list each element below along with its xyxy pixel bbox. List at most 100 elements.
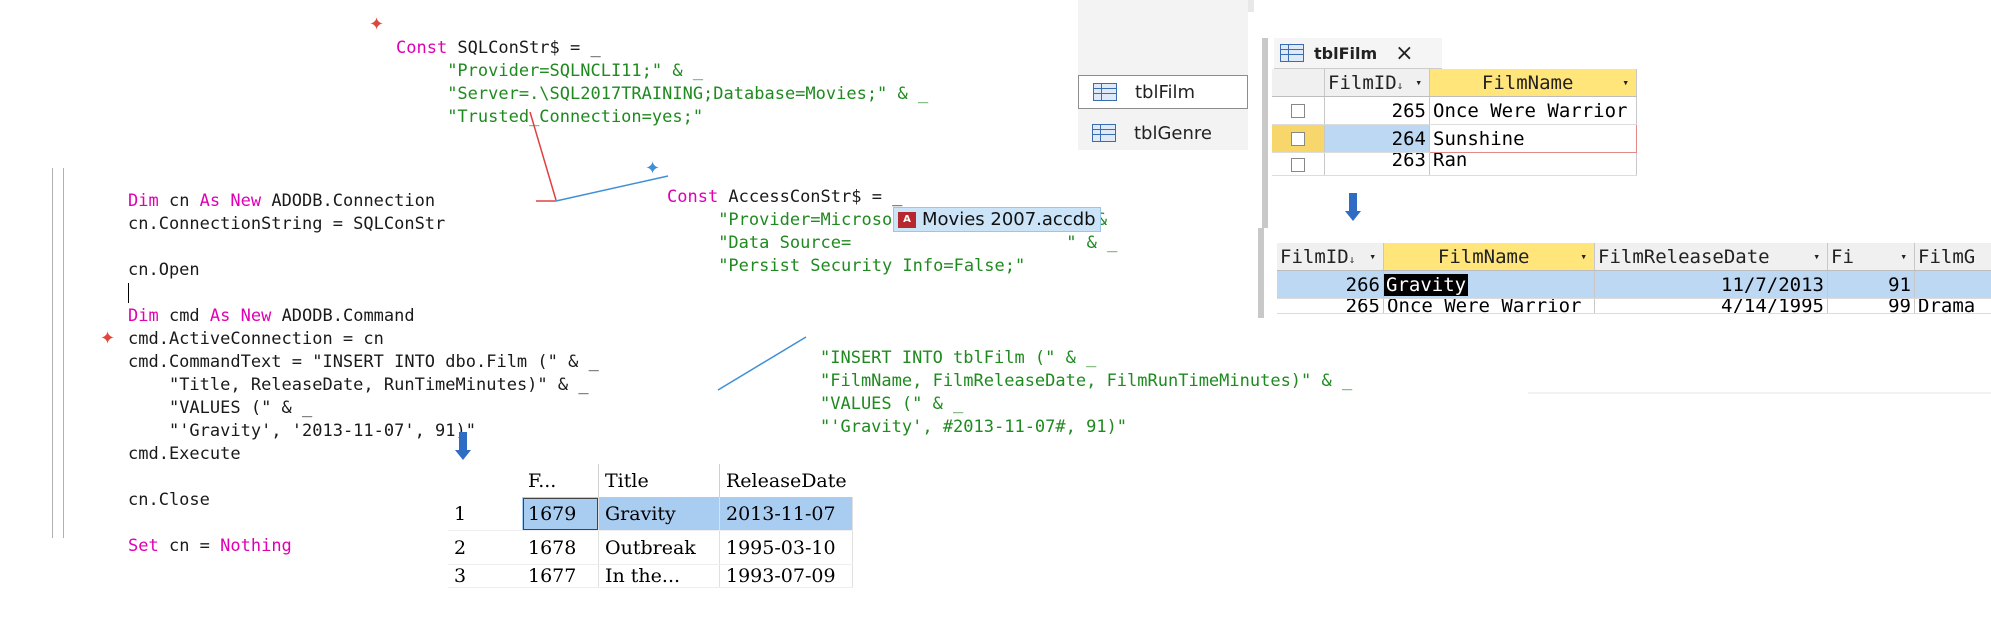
- code-text: cn: [158, 191, 200, 211]
- table-icon: [1280, 44, 1304, 62]
- column-header-filmname[interactable]: FilmName ▾: [1429, 69, 1637, 97]
- dropdown-arrow-icon[interactable]: ▾: [1813, 250, 1820, 263]
- grid-cell[interactable]: 1993-07-09: [719, 564, 854, 588]
- code-text: ADODB.Command: [271, 306, 415, 326]
- datasheet-cell[interactable]: Gravity: [1383, 270, 1595, 299]
- breakpoint-sparkle-icon: ✦: [100, 328, 116, 349]
- header-label: Fi: [1831, 245, 1854, 268]
- code-text: cn.Close: [128, 490, 210, 510]
- record-selector[interactable]: [1272, 152, 1325, 176]
- grid-cell[interactable]: In the...: [598, 564, 720, 588]
- nav-item-label: tblFilm: [1135, 81, 1196, 103]
- code-text: "'Gravity', '2013-11-07', 91)": [168, 421, 476, 441]
- editor-margin-line: [52, 168, 53, 538]
- header-label: FilmName: [1437, 245, 1530, 268]
- dropdown-arrow-icon[interactable]: ▾: [1900, 250, 1907, 263]
- code-string: "Data Source=: [718, 233, 852, 253]
- datasheet-cell[interactable]: 266: [1277, 270, 1384, 299]
- sql-connstr-code: Const SQLConStr$ = _ "Provider=SQLNCLI11…: [396, 14, 928, 129]
- code-string: "INSERT INTO tblFilm (" & _: [820, 348, 1097, 368]
- access-datasheet-after: FilmID↓ ▾ FilmName ▾ FilmReleaseDate ▾ Fi ▾ …: [1277, 243, 1991, 314]
- datasheet-cell[interactable]: 99: [1827, 298, 1915, 314]
- table-row[interactable]: 1 1679 Gravity 2013-11-07: [448, 497, 854, 531]
- datasheet-cell[interactable]: 265: [1324, 96, 1430, 125]
- grid-cell[interactable]: 1995-03-10: [719, 530, 854, 565]
- grid-cell[interactable]: 1677: [522, 564, 599, 588]
- checkbox[interactable]: [1291, 157, 1305, 172]
- selected-text: Gravity: [1384, 273, 1469, 296]
- checkbox[interactable]: [1291, 104, 1305, 118]
- record-selector[interactable]: [1272, 124, 1325, 153]
- dropdown-arrow-icon[interactable]: ▾: [1622, 76, 1629, 89]
- datasheet-cell[interactable]: Once Were Warrior: [1429, 96, 1637, 125]
- tab-title: tblFilm: [1314, 43, 1378, 63]
- grid-header[interactable]: F...: [522, 464, 599, 497]
- record-selector-header: [1272, 69, 1325, 97]
- access-window-frame: [1262, 38, 1268, 228]
- column-header-fi[interactable]: Fi ▾: [1827, 243, 1915, 271]
- grid-cell[interactable]: 1678: [522, 530, 599, 565]
- record-selector[interactable]: [1272, 96, 1325, 125]
- nav-item-tblfilm[interactable]: tblFilm: [1078, 75, 1248, 109]
- datasheet-cell[interactable]: 265: [1277, 298, 1384, 314]
- datasheet-cell[interactable]: 4/14/1995: [1594, 298, 1828, 314]
- column-header-filmreleasedate[interactable]: FilmReleaseDate ▾: [1594, 243, 1828, 271]
- datasheet-cell[interactable]: 91: [1827, 270, 1915, 299]
- dropdown-arrow-icon[interactable]: ▾: [1580, 250, 1587, 263]
- nothing-keyword: Nothing: [220, 536, 292, 556]
- access-window-frame: [1258, 228, 1264, 318]
- datasheet-cell[interactable]: Sunshine: [1429, 124, 1637, 153]
- datasheet-header-row: FilmID↓ ▾ FilmName ▾: [1272, 69, 1637, 97]
- grid-cell[interactable]: 2013-11-07: [719, 497, 854, 531]
- datasheet-cell[interactable]: 11/7/2013: [1594, 270, 1828, 299]
- table-row[interactable]: 265 Once Were Warrior: [1272, 96, 1637, 125]
- close-icon[interactable]: ×: [1395, 41, 1413, 66]
- checkbox[interactable]: [1291, 132, 1305, 146]
- table-row[interactable]: 2 1678 Outbreak 1995-03-10: [448, 530, 854, 565]
- datasheet-cell[interactable]: Once Were Warrior: [1383, 298, 1595, 314]
- grid-cell: 3: [448, 564, 522, 588]
- code-text: cmd.Execute: [128, 444, 241, 464]
- table-row[interactable]: 3 1677 In the... 1993-07-09: [448, 564, 854, 588]
- code-text: cn.Open: [128, 260, 200, 280]
- table-row[interactable]: 264 Sunshine: [1272, 124, 1637, 153]
- grid-cell[interactable]: 1679: [522, 497, 599, 531]
- datasheet-cell[interactable]: [1914, 270, 1991, 299]
- header-label: FilmReleaseDate: [1598, 245, 1770, 268]
- grid-header[interactable]: ReleaseDate: [720, 464, 853, 497]
- grid-header[interactable]: Title: [598, 464, 720, 497]
- nav-item-tblgenre[interactable]: tblGenre: [1078, 118, 1248, 148]
- dropdown-arrow-icon[interactable]: ▾: [1415, 76, 1422, 89]
- grid-cell[interactable]: Gravity: [598, 497, 720, 531]
- sort-arrow-icon: ↓: [1348, 252, 1356, 266]
- code-string: "Trusted_Connection=yes;": [447, 107, 704, 127]
- breakpoint-sparkle-icon: ✦: [645, 158, 661, 179]
- datasheet-cell[interactable]: Ran: [1429, 152, 1637, 176]
- datasheet-cell[interactable]: 263: [1324, 152, 1430, 176]
- code-string: "Server=.\SQL2017TRAINING;Database=Movie…: [447, 84, 929, 104]
- const-keyword: Const: [396, 38, 448, 58]
- column-header-filmid[interactable]: FilmID↓ ▾: [1324, 69, 1430, 97]
- access-file-chip[interactable]: A Movies 2007.accdb: [893, 207, 1101, 232]
- column-header-filmname[interactable]: FilmName ▾: [1383, 243, 1595, 271]
- editor-margin-line: [63, 168, 64, 538]
- access-document-tab[interactable]: tblFilm ×: [1274, 38, 1442, 69]
- dropdown-arrow-icon[interactable]: ▾: [1369, 250, 1376, 263]
- datasheet-cell[interactable]: Drama: [1914, 298, 1991, 314]
- datasheet-cell[interactable]: 264: [1324, 124, 1430, 153]
- code-string: "VALUES (" & _: [820, 394, 964, 414]
- grid-cell[interactable]: Outbreak: [598, 530, 720, 565]
- breakpoint-sparkle-icon: ✦: [369, 14, 385, 35]
- table-row[interactable]: 265 Once Were Warrior 4/14/1995 99 Drama: [1277, 298, 1991, 314]
- table-row[interactable]: 263 Ran: [1272, 152, 1637, 176]
- nav-item-label: tblGenre: [1134, 122, 1212, 144]
- column-header-filmid[interactable]: FilmID↓ ▾: [1277, 243, 1384, 271]
- sql-result-grid: F... Title ReleaseDate 1 1679 Gravity 20…: [448, 464, 854, 588]
- access-file-icon: A: [898, 211, 916, 228]
- arrow-down-icon: [1345, 193, 1361, 221]
- table-row[interactable]: 266 Gravity 11/7/2013 91: [1277, 270, 1991, 299]
- code-text: "VALUES (" & _: [168, 398, 313, 418]
- grid-rownum-header: [448, 464, 522, 497]
- column-header-filmg[interactable]: FilmG: [1914, 243, 1991, 271]
- header-label: FilmName: [1481, 71, 1574, 94]
